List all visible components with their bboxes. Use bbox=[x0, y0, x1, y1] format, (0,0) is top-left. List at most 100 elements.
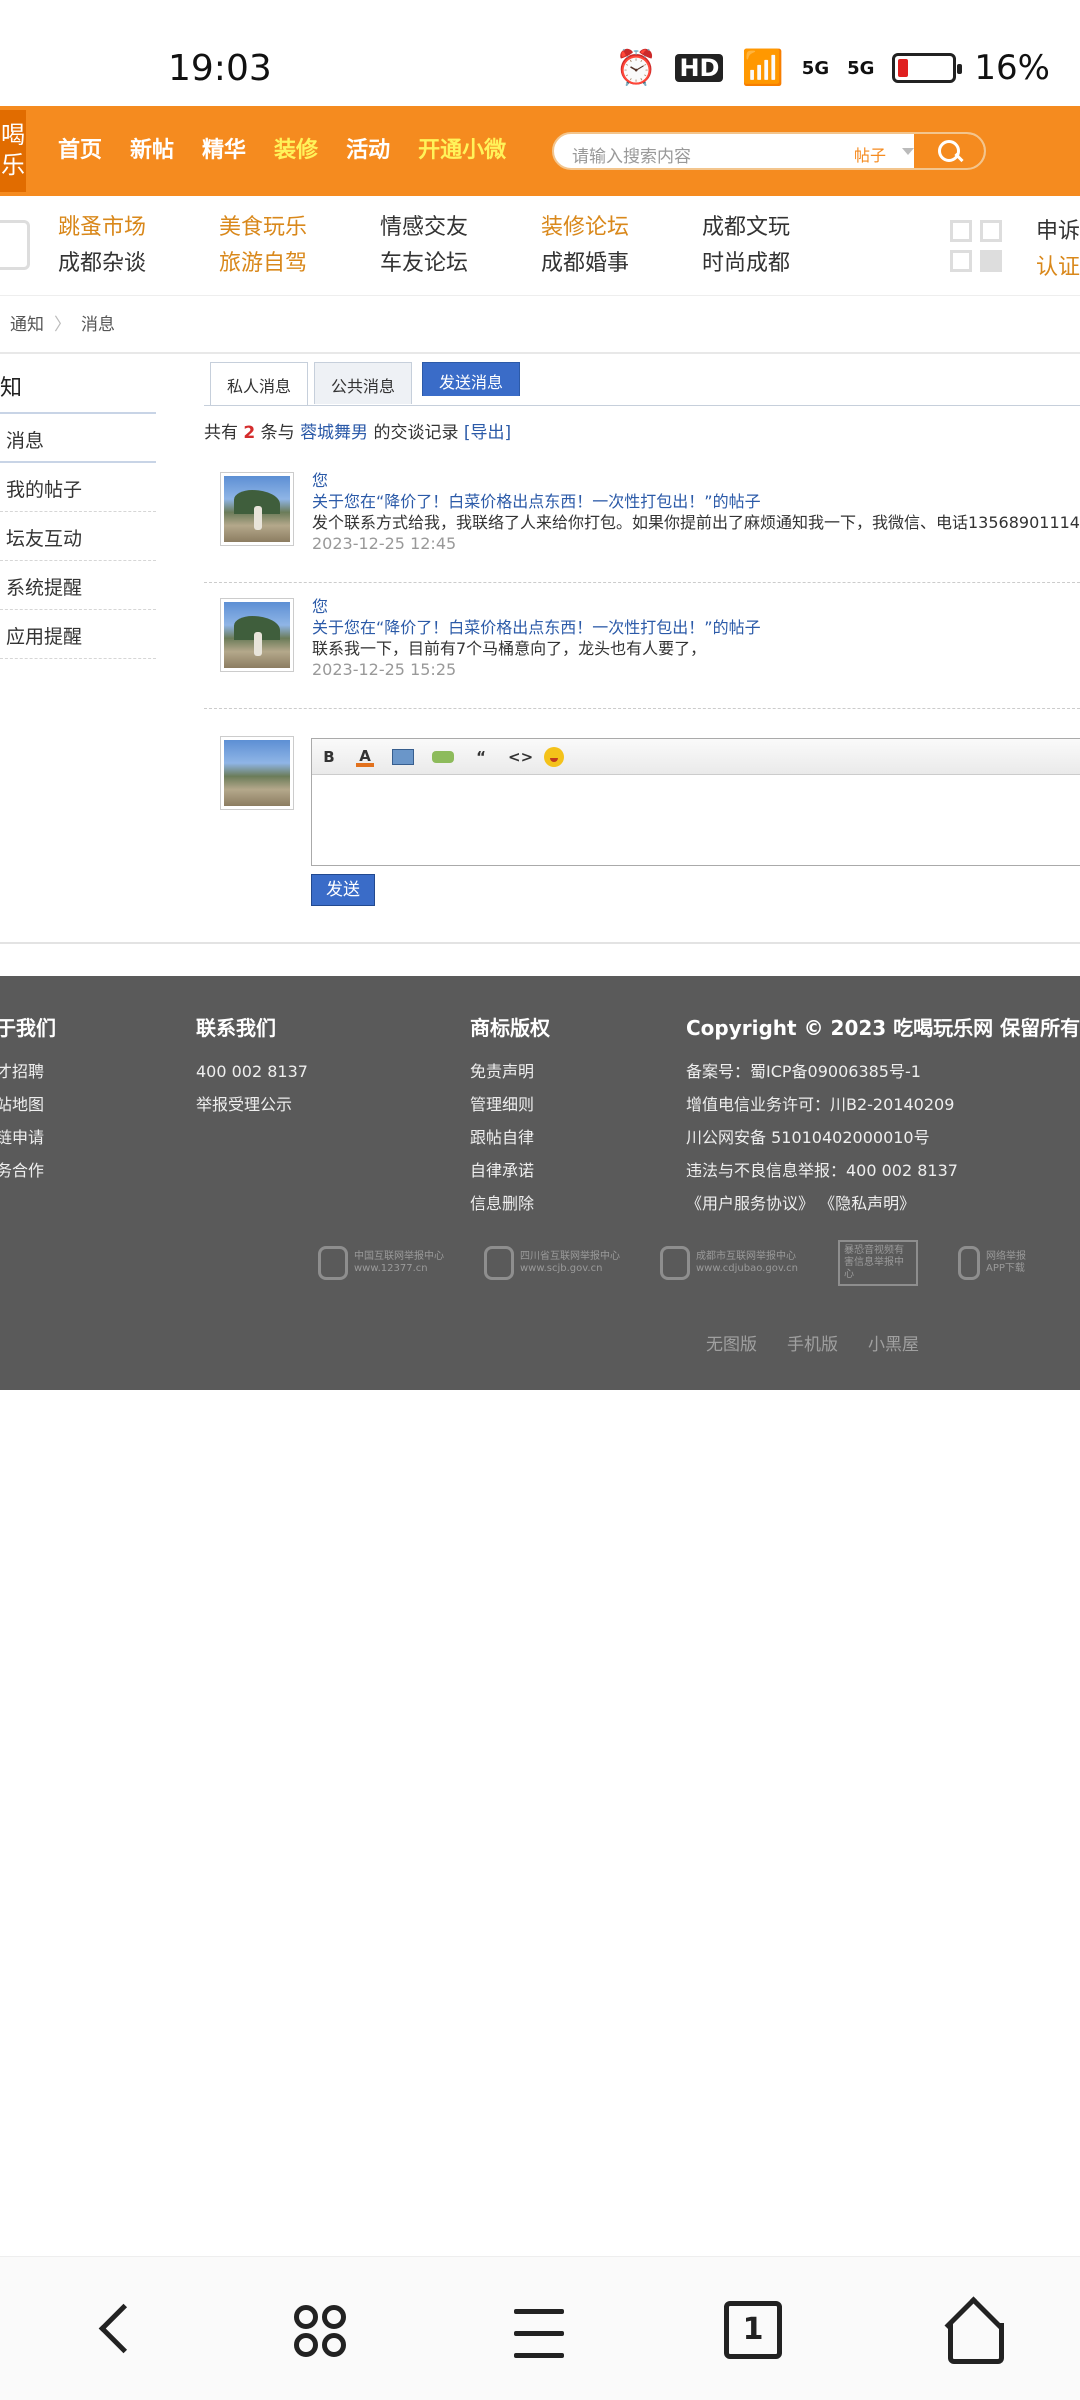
report-badge[interactable]: 暴恐音视频有害信息举报中心 bbox=[837, 1240, 918, 1286]
signal-2-icon: 5G bbox=[847, 57, 875, 79]
footer-link[interactable]: 站地图 bbox=[0, 1088, 56, 1121]
menu-icon[interactable] bbox=[508, 2301, 572, 2365]
category-bar: 跳蚤市场 美食玩乐 情感交友 装修论坛 成都文玩 成都杂谈 旅游自驾 车友论坛 … bbox=[0, 196, 1080, 296]
category-link[interactable]: 时尚成都 bbox=[702, 250, 863, 278]
footer-link[interactable]: 跟帖自律 bbox=[470, 1121, 550, 1154]
nav-new-posts[interactable]: 新帖 bbox=[130, 132, 174, 164]
report-badge[interactable]: 四川省互联网举报中心 www.scjb.gov.cn bbox=[484, 1242, 620, 1284]
search-input[interactable]: 请输入搜索内容 bbox=[572, 142, 691, 167]
category-link[interactable]: 旅游自驾 bbox=[219, 250, 380, 278]
chevron-right-icon: 〉 bbox=[54, 315, 71, 335]
footer-link[interactable]: 务合作 bbox=[0, 1154, 56, 1187]
message-body: 您 关于您在“降价了！白菜价格出点东西！一次性打包出！”的帖子 联系我一下，目前… bbox=[312, 596, 761, 680]
report-badge[interactable]: 网络举报 APP下载 bbox=[957, 1242, 1026, 1284]
footer-link[interactable]: 免责声明 bbox=[470, 1055, 550, 1088]
tab-public[interactable]: 公共消息 bbox=[314, 362, 413, 404]
nav-home[interactable]: 首页 bbox=[58, 132, 102, 164]
chevron-down-icon[interactable] bbox=[902, 148, 914, 155]
message-sender[interactable]: 您 bbox=[312, 596, 761, 617]
export-link[interactable]: [导出] bbox=[464, 423, 511, 443]
avatar[interactable] bbox=[220, 736, 294, 810]
footer-trademark-title: 商标版权 bbox=[470, 1016, 550, 1040]
message-item: 您 关于您在“降价了！白菜价格出点东西！一次性打包出！”的帖子 联系我一下，目前… bbox=[204, 596, 1080, 696]
left-menu-system[interactable]: 系统提醒 bbox=[0, 561, 156, 610]
category-link[interactable]: 成都杂谈 bbox=[58, 250, 219, 278]
category-link[interactable]: 情感交友 bbox=[380, 214, 541, 242]
footer-link[interactable]: 管理细则 bbox=[470, 1088, 550, 1121]
nav-open-weibo[interactable]: 开通小微 bbox=[418, 132, 506, 164]
category-link[interactable]: 美食玩乐 bbox=[219, 214, 380, 242]
footer-link[interactable]: 举报受理公示 bbox=[196, 1088, 308, 1121]
back-icon[interactable] bbox=[82, 2301, 146, 2365]
link-icon[interactable] bbox=[432, 750, 454, 763]
breadcrumb-notice[interactable]: 通知 bbox=[10, 310, 44, 335]
left-menu-messages[interactable]: 消息 bbox=[0, 414, 156, 463]
wifi-icon: 📶 bbox=[741, 48, 784, 88]
divider bbox=[204, 708, 1080, 709]
code-icon[interactable]: <> bbox=[508, 748, 533, 766]
send-message-button[interactable]: 发送消息 bbox=[422, 362, 521, 396]
battery-fill bbox=[898, 59, 908, 77]
report-badge[interactable]: 中国互联网举报中心 www.12377.cn bbox=[318, 1242, 444, 1284]
image-icon[interactable] bbox=[392, 748, 414, 765]
home-icon[interactable] bbox=[940, 2301, 1004, 2365]
font-color-icon[interactable]: A bbox=[356, 747, 374, 767]
no-image-version-link[interactable]: 无图版 bbox=[706, 1330, 757, 1355]
footer-link[interactable]: 自律承诺 bbox=[470, 1154, 550, 1187]
avatar[interactable] bbox=[220, 598, 294, 672]
left-menu-my-posts[interactable]: 我的帖子 bbox=[0, 463, 156, 512]
footer-link[interactable]: 才招聘 bbox=[0, 1055, 56, 1088]
copyright-text: Copyright © 2023 吃喝玩乐网 保留所有权利 bbox=[686, 1016, 1080, 1040]
divider bbox=[204, 405, 1080, 406]
category-link[interactable]: 装修论坛 bbox=[541, 214, 702, 242]
footer-trademark: 商标版权 免责声明 管理细则 跟帖自律 自律承诺 信息删除 bbox=[470, 1012, 550, 1220]
site-logo[interactable]: 喝乐 bbox=[0, 110, 26, 192]
browser-bottom-nav: 1 bbox=[0, 2256, 1080, 2400]
category-link[interactable]: 跳蚤市场 bbox=[58, 214, 219, 242]
divider bbox=[0, 352, 1080, 354]
avatar[interactable] bbox=[220, 472, 294, 546]
search-scope-select[interactable]: 帖子 bbox=[854, 142, 886, 166]
nav-activities[interactable]: 活动 bbox=[346, 132, 390, 164]
editor-toolbar: B A “ <> bbox=[312, 739, 1080, 775]
tab-private[interactable]: 私人消息 bbox=[210, 362, 309, 406]
category-link[interactable]: 成都文玩 bbox=[702, 214, 863, 242]
nav-decoration[interactable]: 装修 bbox=[274, 132, 318, 164]
left-menu-app[interactable]: 应用提醒 bbox=[0, 610, 156, 659]
category-link[interactable]: 成都婚事 bbox=[541, 250, 702, 278]
footer-link[interactable]: 信息删除 bbox=[470, 1187, 550, 1220]
report-badges: 中国互联网举报中心 www.12377.cn 四川省互联网举报中心 www.scjb… bbox=[318, 1240, 1026, 1286]
mobile-version-link[interactable]: 手机版 bbox=[787, 1330, 838, 1355]
message-sender[interactable]: 您 bbox=[312, 470, 1080, 491]
message-text: 发个联系方式给我，我联络了人来给你打包。如果你提前出了麻烦通知我一下，我微信、电… bbox=[312, 513, 1080, 532]
summary-count: 2 bbox=[243, 423, 256, 443]
blacklist-link[interactable]: 小黑屋 bbox=[868, 1330, 919, 1355]
send-button[interactable]: 发送 bbox=[311, 874, 375, 906]
tabs-icon[interactable]: 1 bbox=[724, 2301, 782, 2359]
category-grid: 跳蚤市场 美食玩乐 情感交友 装修论坛 成都文玩 成都杂谈 旅游自驾 车友论坛 … bbox=[58, 214, 863, 278]
summary-user-link[interactable]: 蓉城舞男 bbox=[300, 423, 368, 443]
report-badge[interactable]: 成都市互联网举报中心 www.cdjubao.gov.cn bbox=[660, 1242, 798, 1284]
reply-editor: B A “ <> bbox=[311, 738, 1080, 866]
bold-icon[interactable]: B bbox=[320, 748, 338, 766]
left-menu: 知 消息 我的帖子 坛友互动 系统提醒 应用提醒 bbox=[0, 356, 156, 659]
footer-policy-links[interactable]: 《用户服务协议》 《隐私声明》 bbox=[686, 1187, 1080, 1220]
hd-icon: HD bbox=[675, 54, 724, 82]
left-menu-interaction[interactable]: 坛友互动 bbox=[0, 512, 156, 561]
side-links: 申诉 认证 bbox=[1036, 214, 1080, 286]
qr-code-icon[interactable] bbox=[950, 220, 1006, 276]
message-title[interactable]: 关于您在“降价了！白菜价格出点东西！一次性打包出！”的帖子 bbox=[312, 491, 1080, 512]
message-title[interactable]: 关于您在“降价了！白菜价格出点东西！一次性打包出！”的帖子 bbox=[312, 617, 761, 638]
footer-link[interactable]: 链申请 bbox=[0, 1121, 56, 1154]
appeal-link[interactable]: 申诉 bbox=[1036, 214, 1080, 250]
category-link[interactable]: 车友论坛 bbox=[380, 250, 541, 278]
verify-link[interactable]: 认证 bbox=[1036, 250, 1080, 286]
reply-textarea[interactable] bbox=[312, 775, 1080, 865]
emoji-icon[interactable] bbox=[544, 746, 564, 767]
nav-featured[interactable]: 精华 bbox=[202, 132, 246, 164]
search-button[interactable] bbox=[914, 134, 984, 168]
signal-1-icon: 5G bbox=[801, 57, 830, 79]
report-center-icon bbox=[484, 1246, 514, 1280]
apps-icon[interactable] bbox=[290, 2301, 354, 2365]
quote-icon[interactable]: “ bbox=[472, 748, 490, 766]
